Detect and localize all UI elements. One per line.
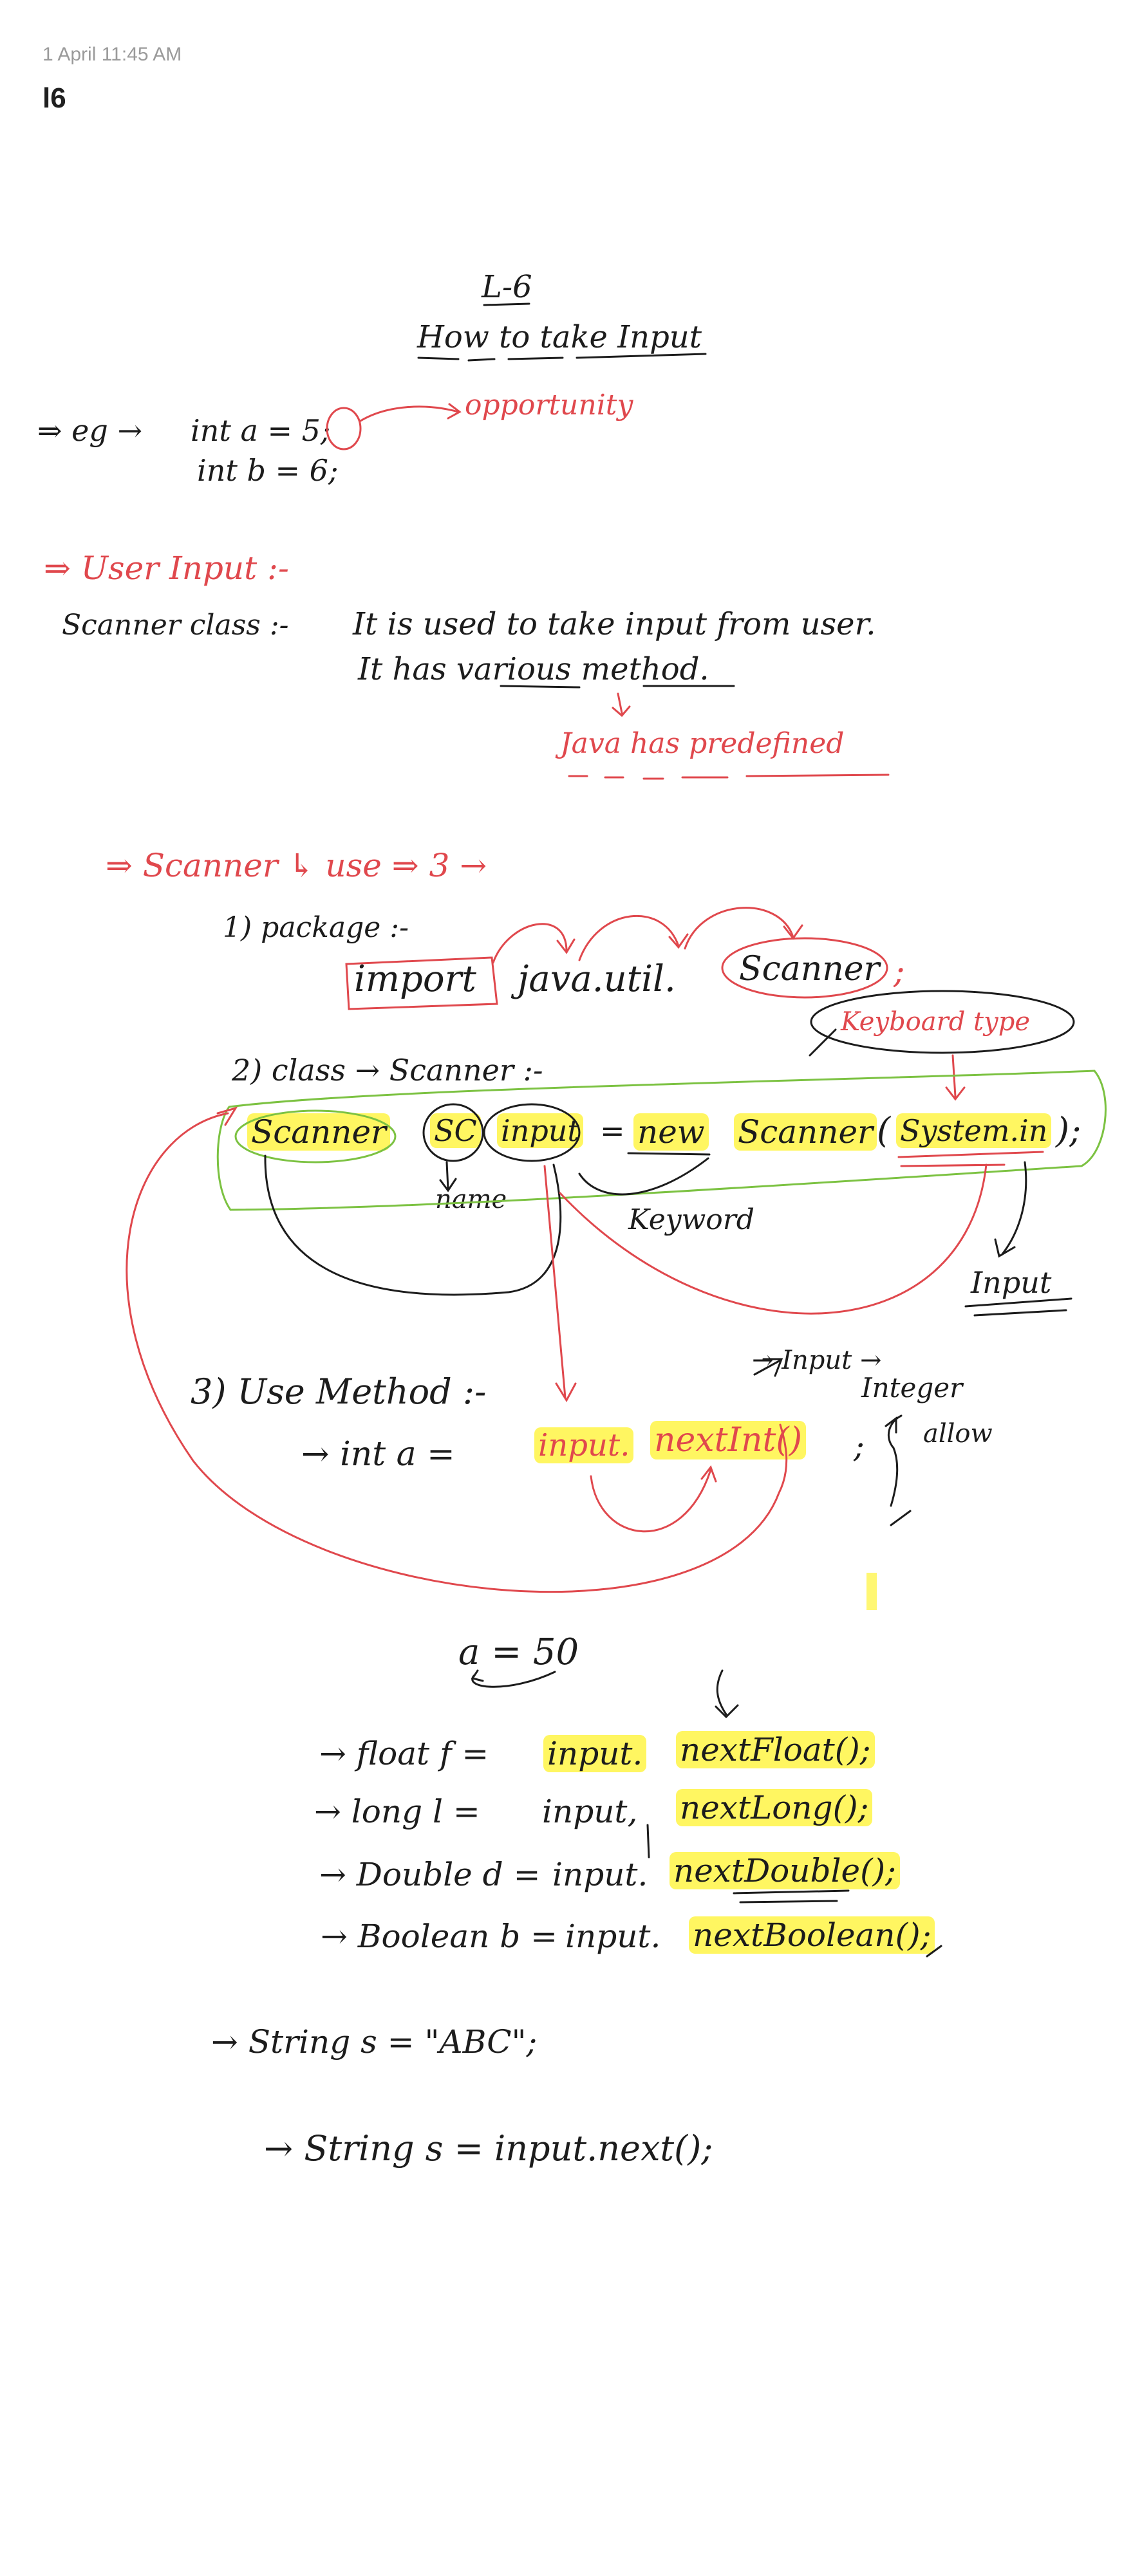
method-row-prefix: → long l = [314, 1793, 480, 1830]
step3-semicolon: ; [854, 1427, 865, 1465]
allow-label: allow [923, 1419, 993, 1449]
example-line-1: int a = 5; [191, 413, 331, 448]
note-title: l6 [42, 82, 66, 114]
decl-system-in: System.in [896, 1113, 1052, 1148]
string-next-line: → String s = input.next(); [264, 2128, 713, 2169]
import-path: java.util. [518, 958, 676, 1000]
decl-equals: = [600, 1113, 625, 1148]
scanner-use-heading: ⇒ Scanner ↳ use ⇒ 3 → [106, 847, 487, 884]
declaration-connectors-stroke [126, 1106, 1072, 1593]
step3-label: 3) Use Method :- [191, 1371, 487, 1412]
method-row-call: nextBoolean(); [689, 1916, 935, 1954]
scanner-class-desc-1: It is used to take input from user. [353, 606, 876, 642]
decl-open-paren: ( [877, 1110, 891, 1151]
method-row-prefix: → Double d = [319, 1856, 541, 1893]
method-row-prefix: → Boolean b = [321, 1918, 558, 1955]
method-row-object: input. [565, 1918, 661, 1955]
decl-new-keyword: new [633, 1113, 709, 1151]
example-line-2: int b = 6; [197, 453, 339, 488]
opportunity-annotation: opportunity [465, 389, 633, 422]
integer-label: Integer [861, 1372, 963, 1404]
decl-scanner-ctor: Scanner [734, 1113, 877, 1151]
ink-strokes [126, 302, 1107, 1958]
note-timestamp: 1 April 11:45 AM [42, 44, 182, 65]
input-label: Input [971, 1265, 1052, 1300]
string-literal-line: → String s = "ABC"; [211, 2023, 538, 2061]
name-label: name [435, 1185, 507, 1214]
method-row-call: nextDouble(); [670, 1852, 900, 1889]
method-row-object: input, [542, 1793, 638, 1830]
method-row-prefix: → float f = [319, 1735, 489, 1772]
user-input-heading: ⇒ User Input :- [44, 550, 289, 587]
example-prefix: ⇒ eg → [37, 413, 142, 448]
java-predefined-note: Java has predefined [560, 727, 845, 760]
decl-var-sc: SC [430, 1113, 481, 1148]
method-row-call: nextLong(); [676, 1789, 873, 1826]
keyboard-type-label: Keyboard type [841, 1007, 1031, 1037]
scanner-class-label: Scanner class :- [62, 609, 289, 642]
step2-label: 2) class → Scanner :- [232, 1053, 543, 1088]
method-row-call: nextFloat(); [676, 1731, 875, 1768]
decl-close-paren: ); [1056, 1110, 1082, 1151]
decl-scanner-type: Scanner [247, 1113, 390, 1151]
step1-label: 1) package :- [223, 911, 409, 944]
lecture-label: L-6 [482, 269, 532, 305]
import-semicolon: ; [894, 952, 905, 991]
method-row-object: input. [543, 1735, 647, 1772]
a-value-stroke [471, 1669, 739, 1719]
step3-prefix: → int a = [301, 1435, 455, 1474]
input-arrow-label: → Input → [752, 1346, 882, 1375]
stray-highlight-marks-stroke [866, 1573, 877, 1610]
decl-var-input: input [497, 1113, 583, 1148]
a-value: a = 50 [458, 1631, 579, 1673]
scanner-class-desc-2: It has various method. [358, 651, 709, 687]
step3-call-object: input. [534, 1427, 634, 1463]
import-keyword: import [354, 958, 476, 1000]
step3-call-method: nextInt() [650, 1421, 806, 1459]
page-heading: How to take Input [417, 319, 702, 355]
example-annotations-stroke [326, 403, 462, 450]
import-class: Scanner [739, 950, 880, 988]
method-row-object: input. [552, 1856, 648, 1893]
keyword-label: Keyword [628, 1203, 754, 1236]
